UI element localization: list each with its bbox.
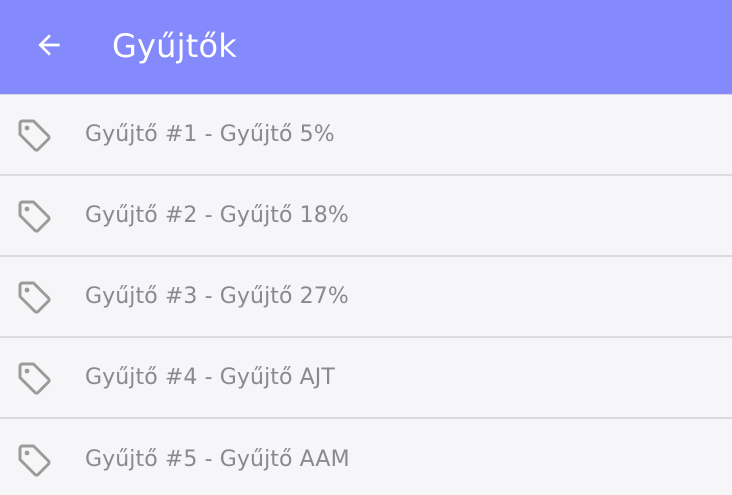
- list-item-label: Gyűjtő #3 - Gyűjtő 27%: [85, 284, 349, 309]
- app-toolbar: Gyűjtők: [0, 0, 732, 95]
- list-item[interactable]: Gyűjtő #3 - Gyűjtő 27%: [0, 257, 732, 338]
- app-screen: Gyűjtők Gyűjtő #1 - Gyűjtő 5% Gyűjtő #2 …: [0, 0, 732, 495]
- collector-list: Gyűjtő #1 - Gyűjtő 5% Gyűjtő #2 - Gyűjtő…: [0, 95, 732, 495]
- tag-icon: [14, 196, 54, 236]
- list-item-label: Gyűjtő #4 - Gyűjtő AJT: [85, 365, 335, 390]
- list-item[interactable]: Gyűjtő #5 - Gyűjtő AAM: [0, 419, 732, 495]
- tag-icon: [14, 440, 54, 480]
- arrow-left-icon: [33, 29, 65, 65]
- page-title: Gyűjtők: [112, 27, 237, 65]
- list-item[interactable]: Gyűjtő #1 - Gyűjtő 5%: [0, 95, 732, 176]
- list-item[interactable]: Gyűjtő #4 - Gyűjtő AJT: [0, 338, 732, 419]
- tag-icon: [14, 277, 54, 317]
- list-item-label: Gyűjtő #5 - Gyűjtő AAM: [85, 447, 350, 472]
- back-button[interactable]: [16, 14, 82, 80]
- tag-icon: [14, 115, 54, 155]
- list-item-label: Gyűjtő #2 - Gyűjtő 18%: [85, 203, 349, 228]
- tag-icon: [14, 358, 54, 398]
- list-item[interactable]: Gyűjtő #2 - Gyűjtő 18%: [0, 176, 732, 257]
- list-item-label: Gyűjtő #1 - Gyűjtő 5%: [85, 122, 335, 147]
